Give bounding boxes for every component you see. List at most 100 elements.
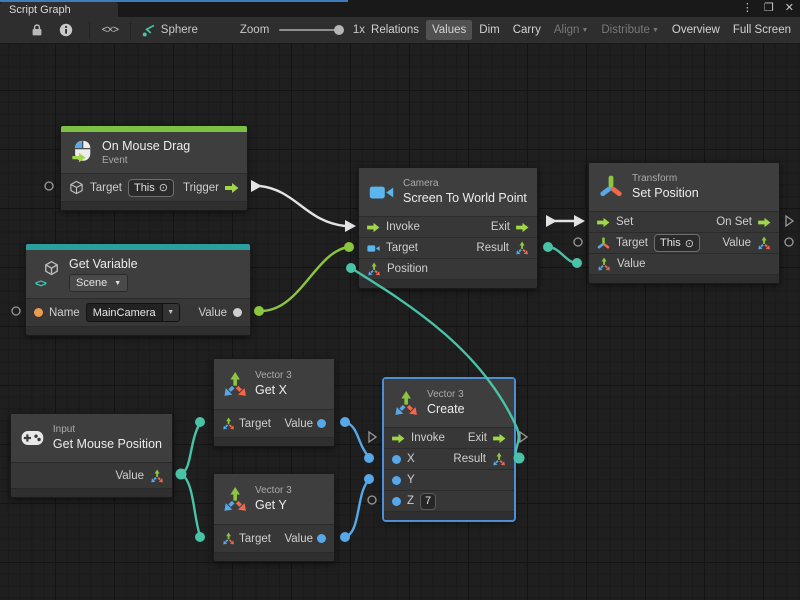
carry-button[interactable]: Carry (507, 20, 547, 40)
zoom-label: Zoom (240, 24, 269, 36)
menu-icon[interactable]: ⋮ (742, 3, 753, 14)
node-set-position[interactable]: Transform Set Position Set On Set Target… (588, 162, 780, 284)
target-this-chip[interactable]: This⊙ (654, 234, 700, 252)
target-this-chip[interactable]: This⊙ (128, 179, 174, 197)
port-row: Position (359, 258, 537, 279)
node-on-mouse-drag[interactable]: On Mouse Drag Event Target This⊙ Trigger (60, 125, 248, 211)
target-picker-icon[interactable]: ⊙ (685, 237, 694, 250)
node-header: <> Get Variable Scene▼ (26, 250, 250, 298)
code-view-icon[interactable]: <×> (102, 24, 118, 36)
vector3-icon[interactable] (367, 262, 381, 276)
script-graph-window: Script Graph ⋮ ❐ ✕ <×> Sphere Zoom 1x Re… (0, 0, 800, 600)
port-row: Target This⊙ Trigger (61, 173, 247, 201)
node-get-x[interactable]: Vector 3 Get X Target Value (213, 358, 335, 447)
vector3-icon[interactable] (150, 469, 164, 483)
flow-arrow-icon[interactable] (225, 182, 239, 194)
node-header: Transform Set Position (589, 163, 779, 211)
info-icon[interactable] (59, 23, 73, 37)
port-row: Name MainCamera ▼ Value (26, 298, 250, 326)
node-footer (359, 279, 537, 288)
port-row: X Result (384, 448, 514, 469)
port-row: Target Value (214, 409, 334, 437)
vector3-icon[interactable] (222, 417, 235, 430)
value-port-label: Value (284, 418, 313, 430)
overview-button[interactable]: Overview (666, 20, 726, 40)
value-port-label: Value (284, 533, 313, 545)
string-input-port[interactable] (34, 308, 43, 317)
value-output-port[interactable] (233, 308, 242, 317)
z-value-field[interactable]: 7 (420, 493, 436, 510)
flow-arrow-icon[interactable] (597, 217, 610, 228)
node-create-vector3[interactable]: Vector 3 Create Invoke Exit X Result Y Z… (383, 378, 515, 521)
node-footer (589, 274, 779, 283)
target-port-label: Target (90, 182, 122, 194)
node-screen-to-world-point[interactable]: Camera Screen To World Point Invoke Exit… (358, 167, 538, 289)
vector3-icon (222, 486, 248, 512)
full-screen-button[interactable]: Full Screen (727, 20, 797, 40)
distribute-dropdown[interactable]: Distribute▼ (595, 20, 665, 40)
flow-arrow-icon[interactable] (392, 433, 405, 444)
trigger-port-label: Trigger (183, 182, 219, 194)
exit-port-label: Exit (468, 432, 487, 444)
window-controls: ⋮ ❐ ✕ (742, 0, 794, 17)
values-button[interactable]: Values (426, 20, 472, 40)
scene-variable-icon: <> (36, 261, 60, 288)
close-icon[interactable]: ✕ (785, 3, 794, 14)
flow-arrow-icon[interactable] (493, 433, 506, 444)
target-port-label: Target (239, 418, 271, 430)
flow-arrow-icon[interactable] (367, 222, 380, 233)
float-input-port[interactable] (392, 455, 401, 464)
lock-icon[interactable] (30, 23, 44, 37)
dim-button[interactable]: Dim (473, 20, 505, 40)
camera-icon[interactable] (367, 242, 380, 255)
exit-port-label: Exit (491, 221, 510, 233)
node-get-y[interactable]: Vector 3 Get Y Target Value (213, 473, 335, 562)
tab-script-graph[interactable]: Script Graph (0, 2, 118, 17)
node-title: Get Y (255, 497, 292, 513)
relations-button[interactable]: Relations (365, 20, 425, 40)
align-dropdown[interactable]: Align▼ (548, 20, 595, 40)
variable-name-field[interactable]: MainCamera ▼ (86, 303, 180, 322)
transform-icon[interactable] (597, 237, 610, 250)
z-port-label: Z (407, 495, 414, 507)
node-header: On Mouse Drag Event (61, 132, 247, 173)
vector3-icon[interactable] (597, 257, 611, 271)
maximize-icon[interactable]: ❐ (764, 3, 774, 14)
zoom-slider-knob[interactable] (334, 25, 344, 35)
chevron-down-icon: ▼ (114, 280, 121, 287)
node-get-mouse-position[interactable]: Input Get Mouse Position Value (10, 413, 173, 498)
value-out-port-label: Value (722, 237, 751, 249)
toolbar-buttons: Relations Values Dim Carry Align▼ Distri… (365, 20, 797, 40)
float-output-port[interactable] (317, 419, 326, 428)
vector3-icon[interactable] (222, 532, 235, 545)
node-footer (214, 552, 334, 561)
node-footer (384, 511, 514, 520)
flow-arrow-icon[interactable] (758, 217, 771, 228)
vector3-icon[interactable] (492, 452, 506, 466)
chevron-down-icon[interactable]: ▼ (162, 304, 179, 321)
port-row: Invoke Exit (359, 216, 537, 237)
node-footer (214, 437, 334, 446)
node-category: Vector 3 (255, 484, 292, 497)
float-input-port[interactable] (392, 476, 401, 485)
float-input-port[interactable] (392, 497, 401, 506)
invoke-port-label: Invoke (386, 221, 420, 233)
flow-arrow-icon[interactable] (516, 222, 529, 233)
float-output-port[interactable] (317, 534, 326, 543)
port-row: Z 7 (384, 490, 514, 511)
variable-scope-dropdown[interactable]: Scene▼ (69, 274, 128, 292)
target-picker-icon[interactable]: ⊙ (159, 181, 168, 194)
node-get-variable[interactable]: <> Get Variable Scene▼ Name MainCamera ▼… (25, 243, 251, 336)
node-subtitle: Event (102, 154, 190, 167)
node-category: Input (53, 423, 162, 436)
vector3-icon[interactable] (757, 236, 771, 250)
node-header: Vector 3 Get Y (214, 474, 334, 524)
zoom-slider[interactable] (279, 29, 341, 31)
port-row: Y (384, 469, 514, 490)
node-title: Screen To World Point (403, 190, 527, 206)
node-header: Vector 3 Create (384, 379, 514, 427)
y-port-label: Y (407, 474, 415, 486)
vector3-icon[interactable] (515, 241, 529, 255)
port-row: Set On Set (589, 211, 779, 232)
node-title: Set Position (632, 185, 699, 201)
